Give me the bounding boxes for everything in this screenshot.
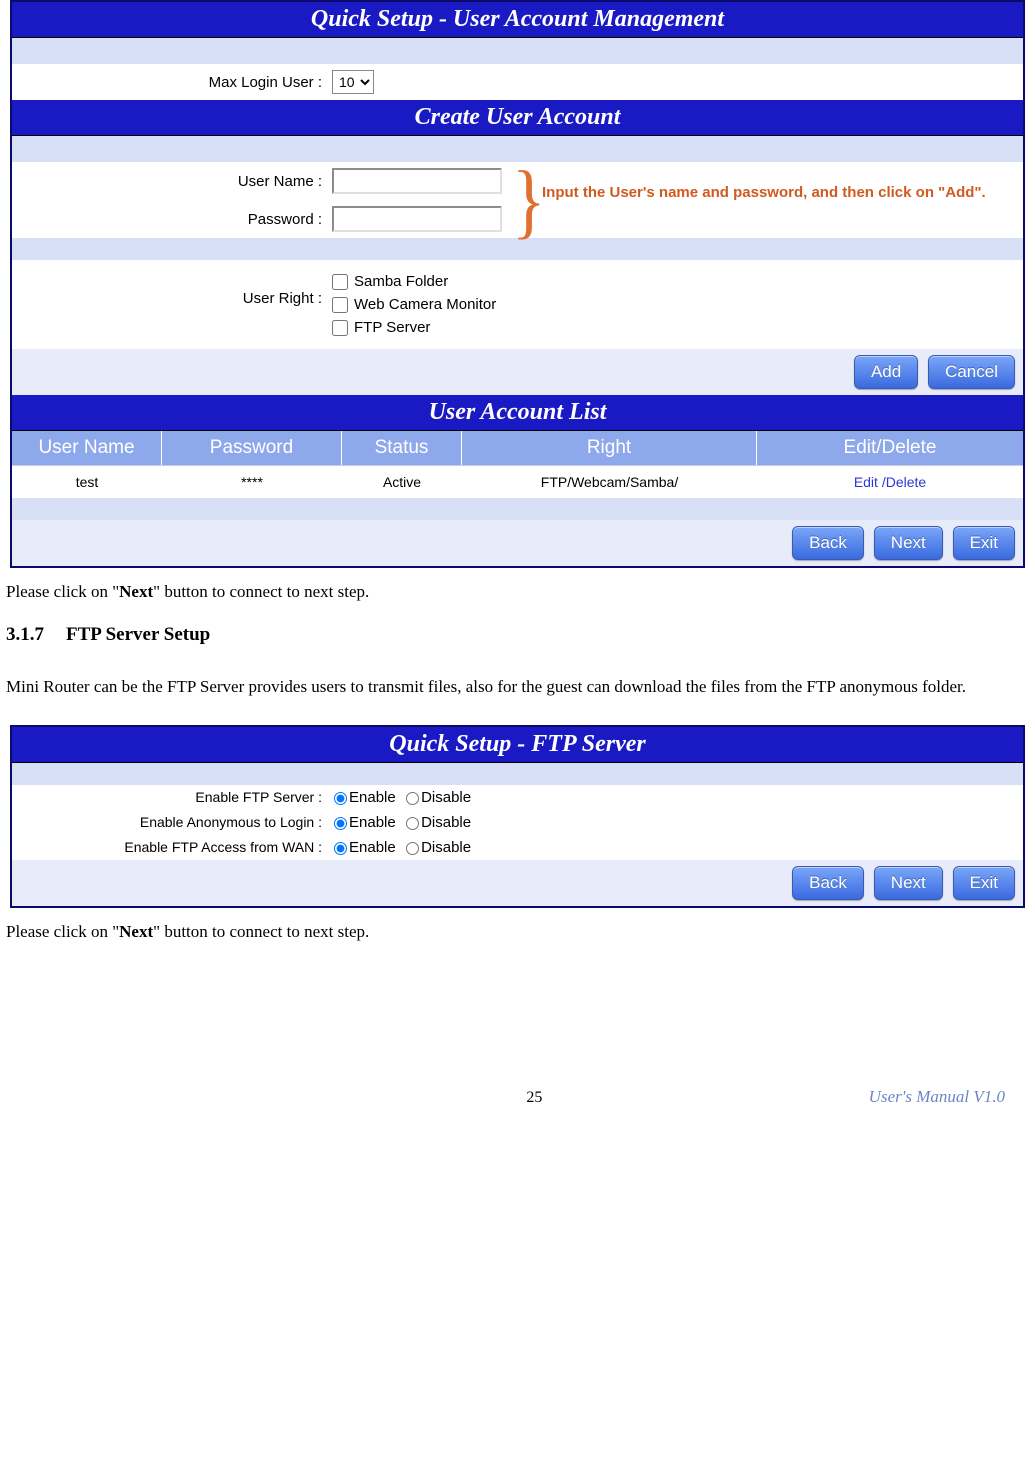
enable-label: Enable: [349, 814, 396, 831]
cell-username: test: [12, 466, 162, 498]
footer-right: User's Manual V1.0: [869, 1087, 1005, 1107]
spacer-bar: [12, 38, 1023, 64]
user-account-panel: Quick Setup - User Account Management Ma…: [10, 0, 1025, 568]
add-button[interactable]: Add: [854, 355, 918, 389]
webcam-label: Web Camera Monitor: [354, 296, 496, 313]
max-login-label: Max Login User :: [12, 74, 332, 91]
enable-label: Enable: [349, 789, 396, 806]
password-input[interactable]: [332, 206, 502, 232]
anon-enable-radio[interactable]: [334, 817, 347, 830]
col-editdelete: Edit/Delete: [757, 431, 1023, 465]
back-button[interactable]: Back: [792, 866, 864, 900]
add-cancel-bar: Add Cancel: [12, 349, 1023, 395]
cancel-button[interactable]: Cancel: [928, 355, 1015, 389]
create-user-title: Create User Account: [12, 100, 1023, 136]
col-password: Password: [162, 431, 342, 465]
spacer-bar: [12, 763, 1023, 785]
exit-button[interactable]: Exit: [953, 526, 1015, 560]
account-list-header: User Name Password Status Right Edit/Del…: [12, 431, 1023, 465]
ftp-disable-radio[interactable]: [406, 792, 419, 805]
cell-right: FTP/Webcam/Samba/: [462, 466, 757, 498]
page-number: 25: [200, 1089, 869, 1107]
account-list-title: User Account List: [12, 395, 1023, 431]
ftp-server-panel: Quick Setup - FTP Server Enable FTP Serv…: [10, 725, 1025, 908]
callout-text: Input the User's name and password, and …: [542, 184, 1035, 201]
disable-label: Disable: [421, 789, 471, 806]
col-status: Status: [342, 431, 462, 465]
userright-label: User Right :: [12, 270, 332, 307]
next-button[interactable]: Next: [874, 526, 943, 560]
ftp-enable-radio[interactable]: [334, 792, 347, 805]
samba-checkbox[interactable]: [332, 274, 348, 290]
section-number: 3.1.7: [6, 619, 44, 651]
nav-bar-2: Back Next Exit: [12, 860, 1023, 906]
spacer-bar: [12, 498, 1023, 520]
table-row: test **** Active FTP/Webcam/Samba/ Edit …: [12, 465, 1023, 498]
disable-label: Disable: [421, 814, 471, 831]
disable-label: Disable: [421, 839, 471, 856]
webcam-checkbox[interactable]: [332, 297, 348, 313]
col-right: Right: [462, 431, 757, 465]
samba-label: Samba Folder: [354, 273, 448, 290]
ftp-checkbox[interactable]: [332, 320, 348, 336]
cell-password: ****: [162, 466, 342, 498]
back-button[interactable]: Back: [792, 526, 864, 560]
enable-ftp-label: Enable FTP Server :: [12, 789, 332, 805]
wan-disable-radio[interactable]: [406, 842, 419, 855]
page-footer: 25 User's Manual V1.0: [0, 1087, 1035, 1107]
delete-link[interactable]: Delete: [886, 474, 926, 490]
exit-button[interactable]: Exit: [953, 866, 1015, 900]
next-button[interactable]: Next: [874, 866, 943, 900]
wan-enable-radio[interactable]: [334, 842, 347, 855]
anon-disable-radio[interactable]: [406, 817, 419, 830]
doc-text-2: Please click on "Next" button to connect…: [0, 908, 1035, 947]
nav-bar-1: Back Next Exit: [12, 520, 1023, 566]
section-title: FTP Server Setup: [66, 619, 210, 651]
cell-status: Active: [342, 466, 462, 498]
panel-title: Quick Setup - User Account Management: [12, 2, 1023, 38]
create-user-block: User Name : Password : } Input the User'…: [12, 162, 1023, 238]
ftp-label: FTP Server: [354, 319, 430, 336]
username-label: User Name :: [12, 173, 332, 190]
doc-text-1: Please click on "Next" button to connect…: [0, 568, 1035, 705]
edit-link[interactable]: Edit: [854, 474, 878, 490]
username-input[interactable]: [332, 168, 502, 194]
ftp-panel-title: Quick Setup - FTP Server: [12, 727, 1023, 763]
section-paragraph: Mini Router can be the FTP Server provid…: [6, 669, 1023, 705]
password-label: Password :: [12, 211, 332, 228]
enable-label: Enable: [349, 839, 396, 856]
enable-anon-label: Enable Anonymous to Login :: [12, 814, 332, 830]
max-login-select[interactable]: 10: [332, 70, 374, 94]
col-username: User Name: [12, 431, 162, 465]
max-login-row: Max Login User : 10: [12, 64, 1023, 100]
enable-wan-label: Enable FTP Access from WAN :: [12, 839, 332, 855]
